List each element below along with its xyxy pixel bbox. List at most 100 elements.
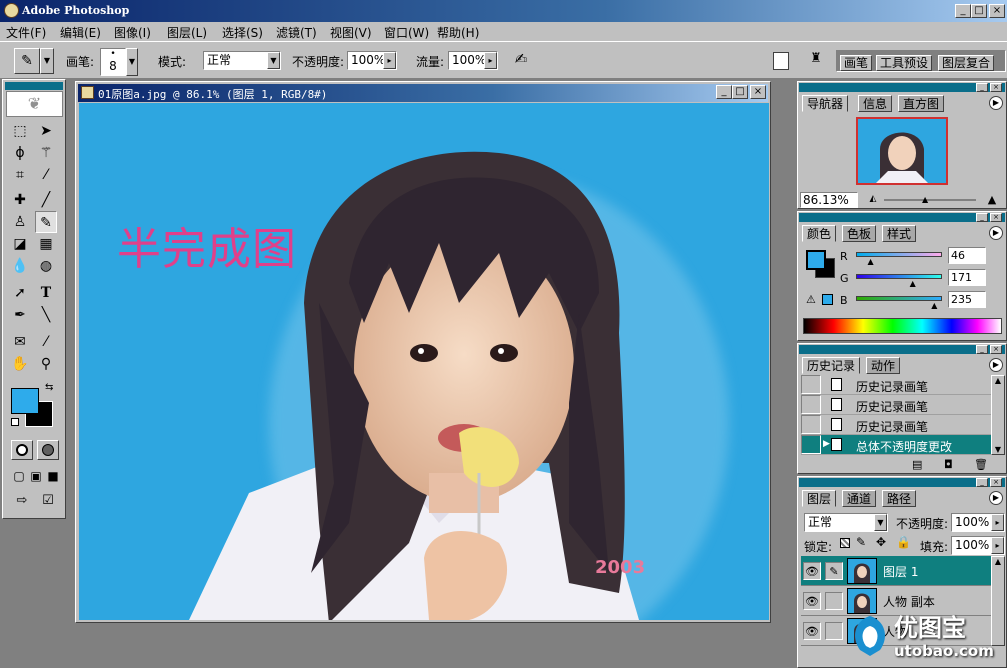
hand-tool-icon[interactable]: ✋: [9, 353, 31, 375]
crop-tool-icon[interactable]: ⌗: [9, 164, 31, 186]
history-minimize-button[interactable]: _: [976, 345, 988, 354]
jump-to-imageready-icon[interactable]: ⇨: [11, 490, 33, 512]
flow-input[interactable]: 100% ▸: [448, 51, 498, 70]
tab-paths[interactable]: 路径: [882, 490, 917, 507]
tab-swatches[interactable]: 色板: [842, 225, 877, 242]
document-minimize-button[interactable]: _: [716, 85, 732, 99]
g-slider[interactable]: [856, 274, 942, 279]
layers-close-button[interactable]: ×: [990, 478, 1002, 487]
new-snapshot-icon[interactable]: ◘: [944, 458, 953, 471]
palette-tab-tool-presets[interactable]: 工具预设: [876, 55, 933, 71]
menu-select[interactable]: 选择(S): [222, 24, 263, 41]
full-screen-mode-icon[interactable]: ■: [42, 465, 64, 487]
tab-history[interactable]: 历史记录: [802, 357, 861, 374]
path-selection-tool-icon[interactable]: ➚: [9, 282, 31, 304]
document-maximize-button[interactable]: □: [732, 85, 748, 99]
history-brush-tool-preset-icon[interactable]: ✎: [14, 48, 40, 74]
swap-colors-icon[interactable]: ⇆: [45, 382, 53, 393]
b-input[interactable]: 235: [948, 291, 986, 308]
eye-icon[interactable]: 👁: [803, 622, 821, 640]
eye-icon[interactable]: 👁: [803, 592, 821, 610]
minimize-button[interactable]: _: [955, 4, 971, 18]
menu-image[interactable]: 图像(I): [114, 24, 151, 41]
color-close-button[interactable]: ×: [990, 213, 1002, 222]
lock-all-icon[interactable]: 🔒: [896, 535, 911, 549]
close-button[interactable]: ×: [989, 4, 1005, 18]
g-slider-handle[interactable]: ▲: [910, 279, 916, 288]
type-tool-icon[interactable]: T: [35, 282, 57, 304]
history-source-checkbox[interactable]: [801, 435, 821, 454]
navigator-zoom-input[interactable]: 86.13%: [800, 192, 858, 208]
clone-stamp-tool-icon[interactable]: ♙: [9, 211, 31, 233]
menu-edit[interactable]: 编辑(E): [60, 24, 101, 41]
opacity-input[interactable]: 100% ▸: [347, 51, 397, 70]
quick-mask-mode-icon[interactable]: [37, 440, 59, 460]
menu-window[interactable]: 窗口(W): [384, 24, 429, 41]
navigator-minimize-button[interactable]: _: [976, 83, 988, 92]
menu-layer[interactable]: 图层(L): [167, 24, 207, 41]
gamut-color-swatch[interactable]: [822, 294, 833, 305]
gamut-warning-icon[interactable]: ⚠: [806, 293, 816, 306]
history-source-checkbox[interactable]: [801, 395, 821, 414]
history-state-slider-icon[interactable]: ▶: [823, 439, 830, 449]
file-browser-icon[interactable]: [773, 52, 789, 70]
new-document-from-state-icon[interactable]: ▤: [912, 458, 922, 471]
history-source-checkbox[interactable]: [801, 415, 821, 434]
history-item[interactable]: 历史记录画笔: [801, 375, 991, 395]
tab-color[interactable]: 颜色: [802, 225, 837, 242]
tab-actions[interactable]: 动作: [866, 357, 901, 374]
image-canvas[interactable]: 半完成图 2003: [79, 103, 769, 620]
imageready-icon[interactable]: ☑: [37, 490, 59, 512]
standard-mode-icon[interactable]: [11, 440, 33, 460]
menu-help[interactable]: 帮助(H): [437, 24, 479, 41]
navigator-menu-arrow-icon[interactable]: ▶: [989, 96, 1003, 110]
layers-minimize-button[interactable]: _: [976, 478, 988, 487]
palette-tab-brushes[interactable]: 画笔: [840, 55, 873, 71]
zoom-slider-track[interactable]: [884, 199, 976, 201]
eyedropper-tool-icon[interactable]: ⁄: [35, 331, 57, 353]
notes-tool-icon[interactable]: ✉: [9, 331, 31, 353]
fill-input[interactable]: 100% ▸: [951, 536, 1005, 555]
scroll-up-icon[interactable]: ▲: [992, 557, 1004, 566]
tab-info[interactable]: 信息: [858, 95, 893, 112]
color-minimize-button[interactable]: _: [976, 213, 988, 222]
mode-select[interactable]: 正常 ▼: [203, 51, 281, 70]
scroll-up-icon[interactable]: ▲: [992, 376, 1004, 385]
color-menu-arrow-icon[interactable]: ▶: [989, 226, 1003, 240]
r-slider-handle[interactable]: ▲: [868, 257, 874, 266]
layers-menu-arrow-icon[interactable]: ▶: [989, 491, 1003, 505]
layer-opacity-input[interactable]: 100% ▸: [951, 513, 1005, 532]
link-slot[interactable]: [825, 622, 843, 640]
menu-view[interactable]: 视图(V): [330, 24, 372, 41]
b-slider-handle[interactable]: ▲: [931, 301, 937, 310]
lasso-tool-icon[interactable]: ϕ: [9, 142, 31, 164]
color-foreground-swatch[interactable]: [806, 250, 826, 270]
blur-tool-icon[interactable]: 💧: [9, 255, 31, 277]
lock-position-icon[interactable]: ✥: [876, 535, 886, 549]
history-scrollbar[interactable]: ▲ ▼: [991, 375, 1005, 455]
move-tool-icon[interactable]: ➤: [35, 120, 57, 142]
history-menu-arrow-icon[interactable]: ▶: [989, 358, 1003, 372]
line-tool-icon[interactable]: ╲: [35, 304, 57, 326]
brush-picker[interactable]: • 8: [100, 48, 126, 76]
b-slider[interactable]: [856, 296, 942, 301]
history-source-checkbox[interactable]: [801, 375, 821, 394]
tab-styles[interactable]: 样式: [882, 225, 917, 242]
eye-icon[interactable]: 👁: [803, 562, 821, 580]
gradient-tool-icon[interactable]: ▦: [35, 233, 57, 255]
tab-navigator[interactable]: 导航器: [802, 95, 849, 112]
default-colors-icon[interactable]: [11, 418, 19, 426]
slice-tool-icon[interactable]: ⁄: [35, 164, 57, 186]
palette-well-icon[interactable]: ♜: [806, 51, 826, 71]
zoom-out-icon[interactable]: ◭: [866, 194, 880, 206]
lock-transparency-icon[interactable]: [840, 538, 850, 548]
tool-preset-dropdown[interactable]: ▼: [40, 48, 54, 74]
history-brush-tool-icon[interactable]: ✎: [35, 211, 57, 233]
marquee-tool-icon[interactable]: ⬚: [9, 120, 31, 142]
lock-pixels-icon[interactable]: ✎: [856, 535, 866, 549]
eraser-tool-icon[interactable]: ◪: [9, 233, 31, 255]
brush-tool-icon[interactable]: ╱: [35, 189, 57, 211]
healing-brush-tool-icon[interactable]: ✚: [9, 189, 31, 211]
maximize-button[interactable]: □: [971, 4, 987, 18]
zoom-tool-icon[interactable]: ⚲: [35, 353, 57, 375]
